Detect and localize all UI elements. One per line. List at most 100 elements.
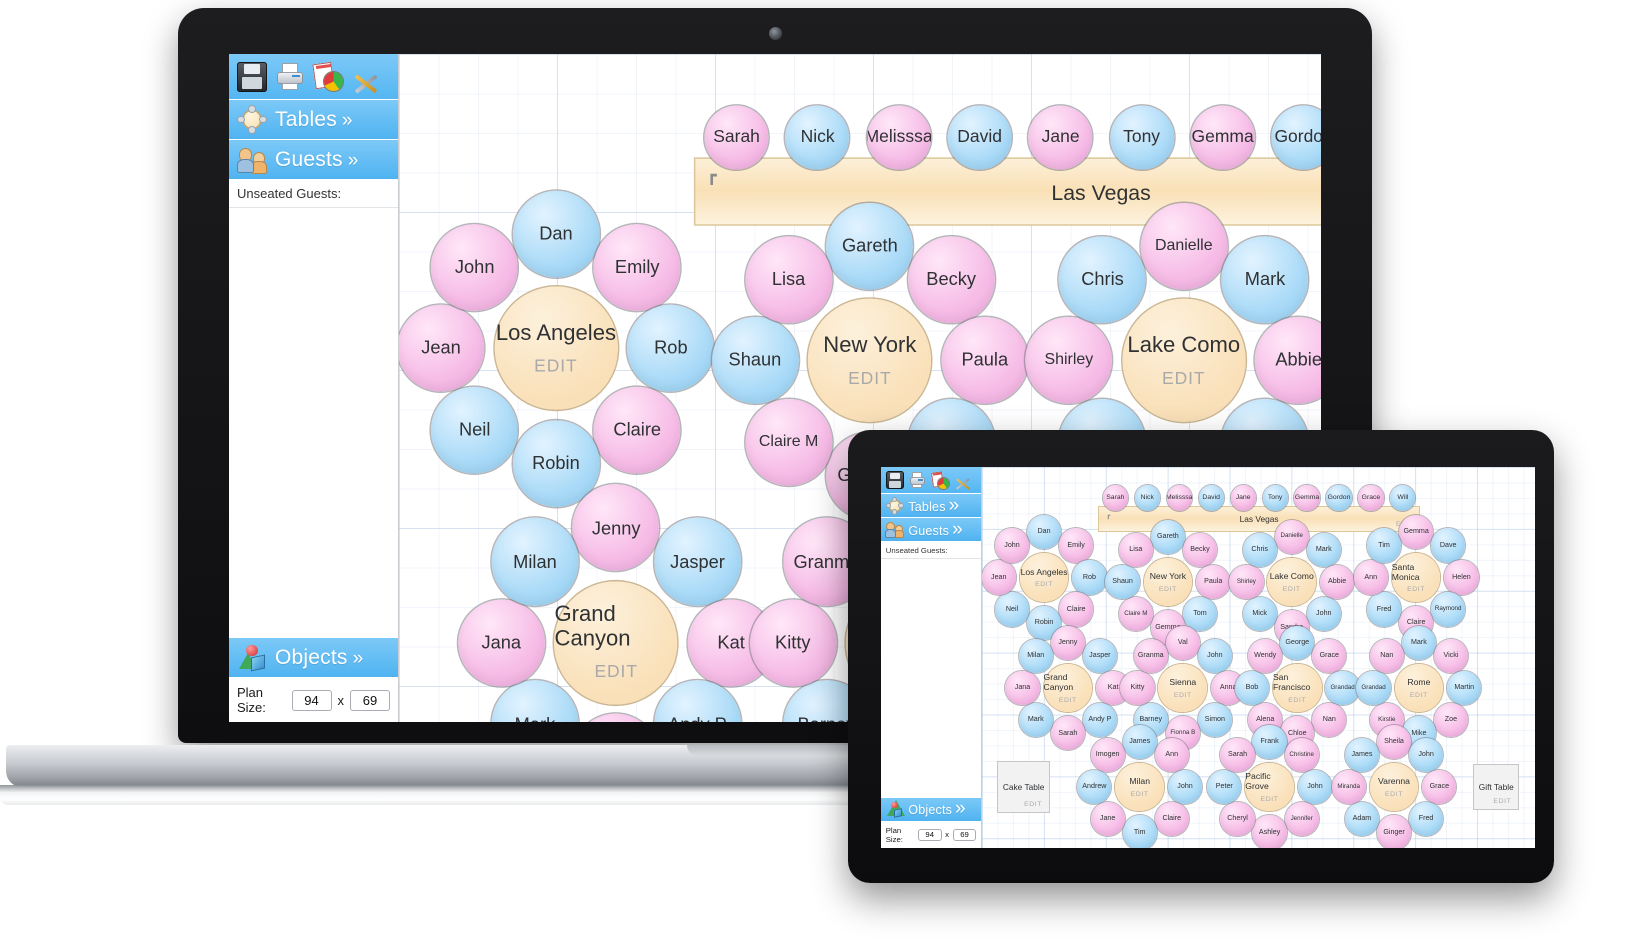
table-seat[interactable]: Tim: [1122, 815, 1157, 848]
edit-link[interactable]: EDIT: [1035, 581, 1053, 588]
table-seat[interactable]: James: [1344, 737, 1380, 773]
round-table[interactable]: Grand Canyon EDIT: [1043, 663, 1093, 713]
table-seat[interactable]: Ann: [1154, 737, 1189, 773]
table-seat[interactable]: Simon: [1197, 702, 1232, 738]
head-table-seat[interactable]: Grace: [1358, 485, 1384, 511]
table-seat[interactable]: Ann: [1353, 560, 1388, 595]
head-table-seat[interactable]: Gemma: [1294, 485, 1320, 511]
table-seat[interactable]: Gemma: [1398, 515, 1434, 550]
table-seat[interactable]: Jennifer: [1284, 801, 1319, 837]
table-seat[interactable]: Val: [1165, 625, 1200, 660]
table-seat[interactable]: Emily: [1058, 528, 1094, 563]
table-seat[interactable]: Rob: [1072, 560, 1107, 595]
table-seat[interactable]: John: [1167, 769, 1203, 805]
unseated-guests-list[interactable]: [881, 559, 982, 798]
head-table-seat[interactable]: Melisssa: [1166, 485, 1192, 511]
table-seat[interactable]: Nan: [1369, 638, 1404, 674]
edit-link[interactable]: EDIT: [1385, 791, 1403, 798]
table-seat[interactable]: Sheila: [1376, 724, 1412, 759]
table-seat[interactable]: Rob: [627, 304, 715, 392]
table-seat[interactable]: Kitty: [1120, 670, 1155, 706]
edit-link[interactable]: EDIT: [1159, 586, 1177, 593]
table-seat[interactable]: Adam: [1344, 801, 1380, 837]
plan-canvas[interactable]: ┗ Las Vegas EDIT Sarah Nick Melisssa David Jane…: [982, 467, 1535, 848]
save-icon[interactable]: [237, 61, 267, 92]
head-table-seat[interactable]: Tony: [1262, 485, 1288, 511]
print-icon[interactable]: [908, 471, 926, 489]
table-seat[interactable]: Shaun: [711, 317, 799, 405]
table-seat[interactable]: Gareth: [1150, 519, 1186, 554]
table-seat[interactable]: Danielle: [1140, 202, 1228, 290]
table-seat[interactable]: Claire M: [745, 398, 833, 486]
sidebar-item-guests[interactable]: Guests»: [229, 140, 398, 180]
round-table[interactable]: Sienna EDIT: [1158, 663, 1208, 713]
table-seat[interactable]: Chris: [1059, 235, 1146, 323]
report-icon[interactable]: [313, 62, 343, 92]
edit-link[interactable]: EDIT: [1410, 692, 1428, 699]
table-seat[interactable]: Shirley: [1025, 317, 1113, 405]
table-seat[interactable]: Christine: [1284, 737, 1319, 773]
head-table-seat[interactable]: Will: [1390, 485, 1416, 511]
table-seat[interactable]: Mark: [1221, 235, 1309, 323]
round-table[interactable]: Los Angeles EDIT: [1019, 553, 1069, 602]
table-seat[interactable]: Mark: [1401, 625, 1437, 660]
table-seat[interactable]: John: [1408, 737, 1444, 773]
plan-height-input[interactable]: [350, 689, 390, 711]
table-seat[interactable]: Martin: [1447, 670, 1482, 706]
edit-link[interactable]: EDIT: [848, 370, 891, 388]
table-seat[interactable]: Cheryl: [1220, 801, 1255, 837]
head-table-seat[interactable]: Sarah: [704, 106, 769, 170]
sidebar-item-objects[interactable]: Objects»: [229, 638, 398, 678]
table-seat[interactable]: Mark: [491, 680, 579, 722]
table-seat[interactable]: Jane: [1090, 801, 1125, 837]
table-seat[interactable]: John: [1306, 596, 1341, 632]
table-seat[interactable]: Claire M: [1118, 596, 1153, 632]
table-seat[interactable]: Grace: [1422, 769, 1457, 805]
head-table-seat[interactable]: Gemma: [1190, 106, 1255, 170]
table-seat[interactable]: Helen: [1444, 560, 1479, 595]
table-seat[interactable]: Becky: [1182, 532, 1218, 568]
table-seat[interactable]: Andrew: [1077, 769, 1112, 805]
round-table[interactable]: Varenna EDIT: [1369, 762, 1419, 812]
save-icon[interactable]: [885, 471, 904, 490]
edit-link[interactable]: EDIT: [1288, 697, 1306, 704]
table-seat[interactable]: Shaun: [1105, 564, 1140, 600]
round-table[interactable]: Milan EDIT: [1115, 762, 1165, 812]
table-seat[interactable]: Ginger: [1376, 815, 1412, 848]
table-seat[interactable]: Lisa: [745, 235, 833, 323]
table-seat[interactable]: Shirley: [1229, 564, 1264, 600]
table-seat[interactable]: Grandad: [1356, 670, 1391, 706]
head-table-seat[interactable]: Gordon: [1326, 485, 1352, 511]
table-seat[interactable]: Wendy: [1248, 638, 1283, 674]
table-seat[interactable]: Bob: [1234, 670, 1270, 706]
head-table-seat[interactable]: David: [1198, 485, 1224, 511]
table-seat[interactable]: Raymond: [1431, 592, 1466, 627]
round-table[interactable]: Lake Como EDIT: [1267, 557, 1317, 607]
table-seat[interactable]: Mark: [1018, 702, 1053, 738]
tools-icon[interactable]: [954, 471, 972, 489]
table-seat[interactable]: Paula: [1196, 564, 1231, 600]
table-seat[interactable]: Dan: [1026, 515, 1062, 550]
table-seat[interactable]: John: [1297, 769, 1333, 805]
table-seat[interactable]: Jana: [1005, 670, 1040, 706]
round-table[interactable]: Santa Monica EDIT: [1391, 553, 1441, 602]
round-table[interactable]: New York EDIT: [1143, 557, 1193, 607]
sidebar-item-tables[interactable]: Tables»: [881, 494, 982, 519]
round-table[interactable]: New York EDIT: [808, 298, 932, 423]
head-table-seat[interactable]: Nick: [1134, 485, 1160, 511]
table-seat[interactable]: Grandad: [1325, 670, 1360, 706]
table-seat[interactable]: Abbie: [1255, 317, 1321, 405]
table-seat[interactable]: Ashley: [1252, 815, 1287, 848]
round-table[interactable]: San Francisco EDIT: [1272, 663, 1322, 713]
sidebar-item-tables[interactable]: Tables»: [229, 100, 398, 140]
table-seat[interactable]: Kitty: [749, 599, 837, 687]
table-seat[interactable]: Becky: [907, 235, 995, 323]
round-table[interactable]: Grand Canyon EDIT: [554, 581, 678, 705]
plan-object[interactable]: Cake Table EDIT: [998, 762, 1050, 812]
table-seat[interactable]: Chris: [1242, 532, 1277, 568]
table-seat[interactable]: George: [1280, 625, 1315, 660]
edit-link[interactable]: EDIT: [1024, 801, 1042, 808]
rotate-handle-icon[interactable]: ┗: [707, 166, 717, 186]
table-seat[interactable]: Lisa: [1118, 532, 1153, 568]
table-seat[interactable]: Danielle: [1274, 519, 1309, 554]
